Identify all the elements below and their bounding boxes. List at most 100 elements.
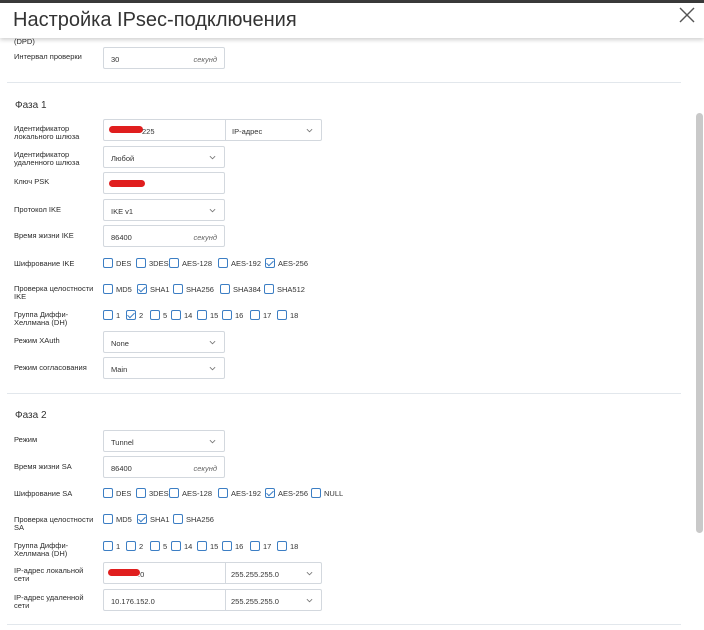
phase2-local-net-field[interactable]: .0 255.255.255.0	[103, 562, 322, 584]
checkbox-option[interactable]: NULL	[311, 488, 343, 498]
checkbox-unchecked[interactable]	[136, 488, 146, 498]
checkbox-option[interactable]: 5	[150, 541, 167, 551]
phase1-ike-select[interactable]: IKE v1	[103, 199, 225, 221]
checkbox-unchecked[interactable]	[250, 541, 260, 551]
checkbox-option[interactable]: 16	[222, 310, 243, 320]
checkbox-label: AES-192	[231, 488, 262, 498]
checkbox-option[interactable]: AES-192	[218, 258, 261, 268]
phase1-xauth-select[interactable]: None	[103, 331, 225, 353]
checkbox-label: AES-128	[182, 258, 213, 268]
checkbox-option[interactable]: 15	[197, 541, 218, 551]
checkbox-option[interactable]: 16	[222, 541, 243, 551]
checkbox-label: 15	[210, 541, 219, 551]
checkbox-option[interactable]: 3DES	[136, 258, 169, 268]
phase1-local-id-field[interactable]: 225 IP-адрес	[103, 119, 322, 141]
checkbox-unchecked[interactable]	[264, 284, 274, 294]
checkbox-label: SHA512	[277, 284, 305, 294]
checkbox-option[interactable]: 17	[250, 310, 271, 320]
dpd-interval-input[interactable]: 30 секунд	[103, 47, 225, 69]
phase1-psk-input[interactable]	[103, 172, 225, 194]
checkbox-option[interactable]: AES-256	[265, 258, 308, 268]
checkbox-unchecked[interactable]	[150, 541, 160, 551]
checkbox-option[interactable]: AES-192	[218, 488, 261, 498]
checkbox-option[interactable]: 15	[197, 310, 218, 320]
checkbox-unchecked[interactable]	[126, 541, 136, 551]
checkbox-unchecked[interactable]	[169, 258, 179, 268]
checkbox-checked[interactable]	[137, 284, 147, 294]
checkbox-unchecked[interactable]	[103, 310, 113, 320]
checkbox-unchecked[interactable]	[173, 514, 183, 524]
checkbox-unchecked[interactable]	[197, 541, 207, 551]
chevron-down-icon[interactable]	[306, 127, 313, 134]
checkbox-option[interactable]: 18	[277, 541, 298, 551]
checkbox-unchecked[interactable]	[103, 284, 113, 294]
checkbox-unchecked[interactable]	[250, 310, 260, 320]
checkbox-unchecked[interactable]	[173, 284, 183, 294]
checkbox-option[interactable]: 5	[150, 310, 167, 320]
phase1-lifetime-input[interactable]: 86400 секунд	[103, 225, 225, 247]
checkbox-option[interactable]: 18	[277, 310, 298, 320]
checkbox-option[interactable]: DES	[103, 488, 131, 498]
checkbox-option[interactable]: SHA1	[137, 284, 170, 294]
phase1-remote-id-value: Любой	[111, 154, 135, 163]
checkbox-unchecked[interactable]	[169, 488, 179, 498]
checkbox-option[interactable]: AES-256	[265, 488, 308, 498]
checkbox-unchecked[interactable]	[103, 258, 113, 268]
checkbox-checked[interactable]	[126, 310, 136, 320]
checkbox-unchecked[interactable]	[218, 488, 228, 498]
checkbox-checked[interactable]	[265, 488, 275, 498]
phase2-remote-net-field[interactable]: 10.176.152.0 255.255.255.0	[103, 589, 322, 611]
phase2-lifetime-input[interactable]: 86400 секунд	[103, 456, 225, 478]
phase2-local-net-mask[interactable]: 255.255.255.0	[231, 570, 279, 579]
checkbox-unchecked[interactable]	[171, 541, 181, 551]
checkbox-label: 17	[263, 310, 272, 320]
checkbox-unchecked[interactable]	[222, 310, 232, 320]
checkbox-unchecked[interactable]	[218, 258, 228, 268]
checkbox-option[interactable]: AES-128	[169, 258, 212, 268]
chevron-down-icon[interactable]	[306, 597, 313, 604]
checkbox-checked[interactable]	[265, 258, 275, 268]
checkbox-unchecked[interactable]	[277, 541, 287, 551]
checkbox-option[interactable]: MD5	[103, 284, 132, 294]
checkbox-option[interactable]: 3DES	[136, 488, 169, 498]
checkbox-option[interactable]: 2	[126, 541, 143, 551]
phase1-lifetime-value: 86400	[111, 233, 132, 242]
checkbox-option[interactable]: DES	[103, 258, 131, 268]
checkbox-option[interactable]: SHA384	[220, 284, 261, 294]
checkbox-unchecked[interactable]	[103, 488, 113, 498]
checkbox-unchecked[interactable]	[103, 514, 113, 524]
section-divider	[7, 393, 681, 394]
checkbox-option[interactable]: 17	[250, 541, 271, 551]
phase2-mode-label: Режим	[14, 435, 38, 444]
checkbox-option[interactable]: 14	[171, 541, 192, 551]
checkbox-option[interactable]: 2	[126, 310, 143, 320]
checkbox-unchecked[interactable]	[222, 541, 232, 551]
checkbox-option[interactable]: SHA256	[173, 514, 214, 524]
checkbox-option[interactable]: SHA512	[264, 284, 305, 294]
close-icon[interactable]	[677, 5, 697, 25]
checkbox-unchecked[interactable]	[311, 488, 321, 498]
checkbox-option[interactable]: SHA1	[137, 514, 170, 524]
checkbox-option[interactable]: AES-128	[169, 488, 212, 498]
phase1-remote-id-select[interactable]: Любой	[103, 146, 225, 168]
checkbox-option[interactable]: SHA256	[173, 284, 214, 294]
checkbox-unchecked[interactable]	[220, 284, 230, 294]
phase2-mode-select[interactable]: Tunnel	[103, 430, 225, 452]
phase1-local-id-type[interactable]: IP-адрес	[232, 127, 262, 136]
checkbox-unchecked[interactable]	[150, 310, 160, 320]
checkbox-unchecked[interactable]	[197, 310, 207, 320]
checkbox-option[interactable]: MD5	[103, 514, 132, 524]
checkbox-unchecked[interactable]	[103, 541, 113, 551]
checkbox-unchecked[interactable]	[277, 310, 287, 320]
checkbox-label: 18	[290, 310, 299, 320]
checkbox-unchecked[interactable]	[136, 258, 146, 268]
scrollbar-thumb[interactable]	[696, 113, 703, 533]
checkbox-checked[interactable]	[137, 514, 147, 524]
checkbox-option[interactable]: 1	[103, 310, 120, 320]
checkbox-option[interactable]: 1	[103, 541, 120, 551]
chevron-down-icon[interactable]	[306, 570, 313, 577]
phase2-remote-net-mask[interactable]: 255.255.255.0	[231, 597, 279, 606]
checkbox-option[interactable]: 14	[171, 310, 192, 320]
phase1-negotiation-select[interactable]: Main	[103, 357, 225, 379]
checkbox-unchecked[interactable]	[171, 310, 181, 320]
